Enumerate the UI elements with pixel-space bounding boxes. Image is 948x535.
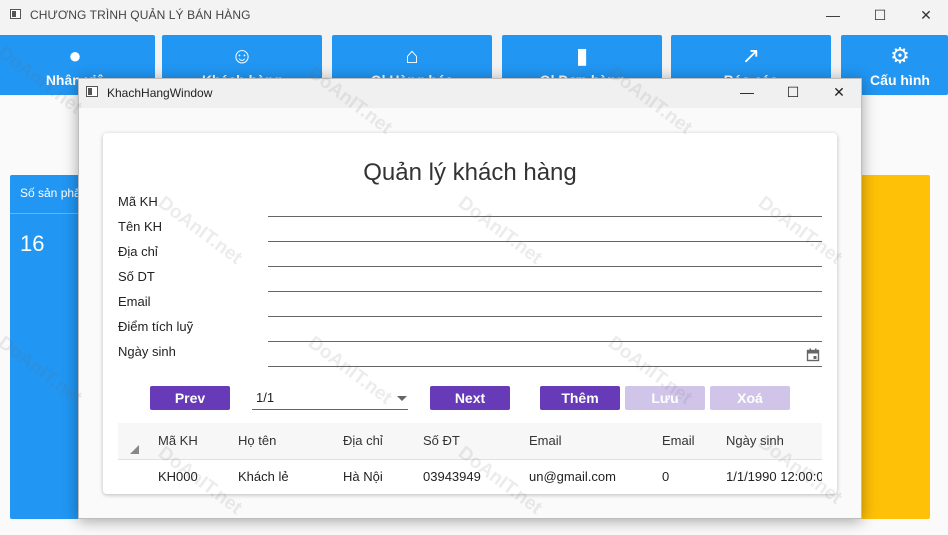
prev-button[interactable]: Prev [150, 386, 230, 410]
select-all-corner-icon[interactable] [130, 445, 139, 454]
field-label-ten-kh: Tên KH [118, 219, 163, 234]
table-cell[interactable]: 03943949 [423, 469, 481, 484]
maximize-button[interactable]: ☐ [857, 0, 903, 30]
page-selector[interactable] [252, 409, 408, 410]
table-cell[interactable]: 0 [662, 469, 669, 484]
so-dt-input[interactable] [268, 291, 822, 292]
column-header-ngay-sinh[interactable]: Ngày sinh [726, 433, 784, 448]
dialog-close-button[interactable]: ✕ [816, 78, 862, 106]
basket-icon: ⌂ [405, 43, 419, 68]
grid-header: Mã KH Họ tên Địa chỉ Số ĐT Email Email N… [118, 423, 822, 460]
page-title: Quản lý khách hàng [363, 159, 577, 186]
chevron-down-icon[interactable] [397, 396, 407, 401]
column-header-ho-ten[interactable]: Họ tên [238, 433, 276, 448]
ngay-sinh-date-picker[interactable] [268, 366, 822, 367]
column-header-email[interactable]: Email [529, 433, 562, 448]
chart-line-icon: ↗ [741, 43, 761, 68]
field-label-so-dt: Số DT [118, 269, 155, 284]
column-header-ma-kh[interactable]: Mã KH [158, 433, 198, 448]
receipt-icon: ▮ [575, 43, 589, 68]
app-icon [10, 9, 21, 19]
field-label-dia-chi: Địa chỉ [118, 244, 158, 259]
customer-grid[interactable]: Mã KH Họ tên Địa chỉ Số ĐT Email Email N… [118, 423, 822, 493]
delete-button[interactable]: Xoá [710, 386, 790, 410]
table-cell[interactable]: 1/1/1990 12:00:0 [726, 469, 822, 484]
app-title: CHƯƠNG TRÌNH QUẢN LÝ BÁN HÀNG [30, 8, 251, 22]
table-cell[interactable]: un@gmail.com [529, 469, 616, 484]
email-input[interactable] [268, 316, 822, 317]
field-label-email: Email [118, 294, 151, 309]
column-header-dia-chi[interactable]: Địa chỉ [343, 433, 383, 448]
column-header-email-2[interactable]: Email [662, 433, 695, 448]
dialog-title: KhachHangWindow [107, 86, 213, 100]
save-button[interactable]: Lưu [625, 386, 705, 410]
column-header-so-dt[interactable]: Số ĐT [423, 433, 460, 448]
ma-kh-input[interactable] [268, 216, 822, 217]
field-label-ma-kh: Mã KH [118, 194, 158, 209]
page-selector-value: 1/1 [256, 390, 275, 405]
dialog-maximize-button[interactable]: ☐ [770, 78, 816, 106]
diem-tich-luy-input[interactable] [268, 341, 822, 342]
minimize-button[interactable]: — [810, 0, 856, 30]
field-label-diem-tich-luy: Điểm tích luỹ [118, 319, 194, 334]
gear-icon: ⚙ [890, 43, 910, 68]
account-circle-icon: ● [68, 43, 82, 68]
add-button[interactable]: Thêm [540, 386, 620, 410]
dialog-app-icon [86, 86, 98, 97]
dialog-minimize-button[interactable]: — [724, 78, 770, 106]
calendar-icon[interactable] [806, 348, 820, 362]
close-button[interactable]: ✕ [903, 0, 948, 30]
stat-card-value: 16 [20, 231, 45, 256]
dia-chi-input[interactable] [268, 266, 822, 267]
ten-kh-input[interactable] [268, 241, 822, 242]
table-cell[interactable]: Hà Nội [343, 469, 383, 484]
field-label-ngay-sinh: Ngày sinh [118, 344, 176, 359]
emoticon-icon: ☺ [230, 43, 254, 68]
table-cell[interactable]: Khách lẻ [238, 469, 289, 484]
next-button[interactable]: Next [430, 386, 510, 410]
table-cell[interactable]: KH000 [158, 469, 198, 484]
